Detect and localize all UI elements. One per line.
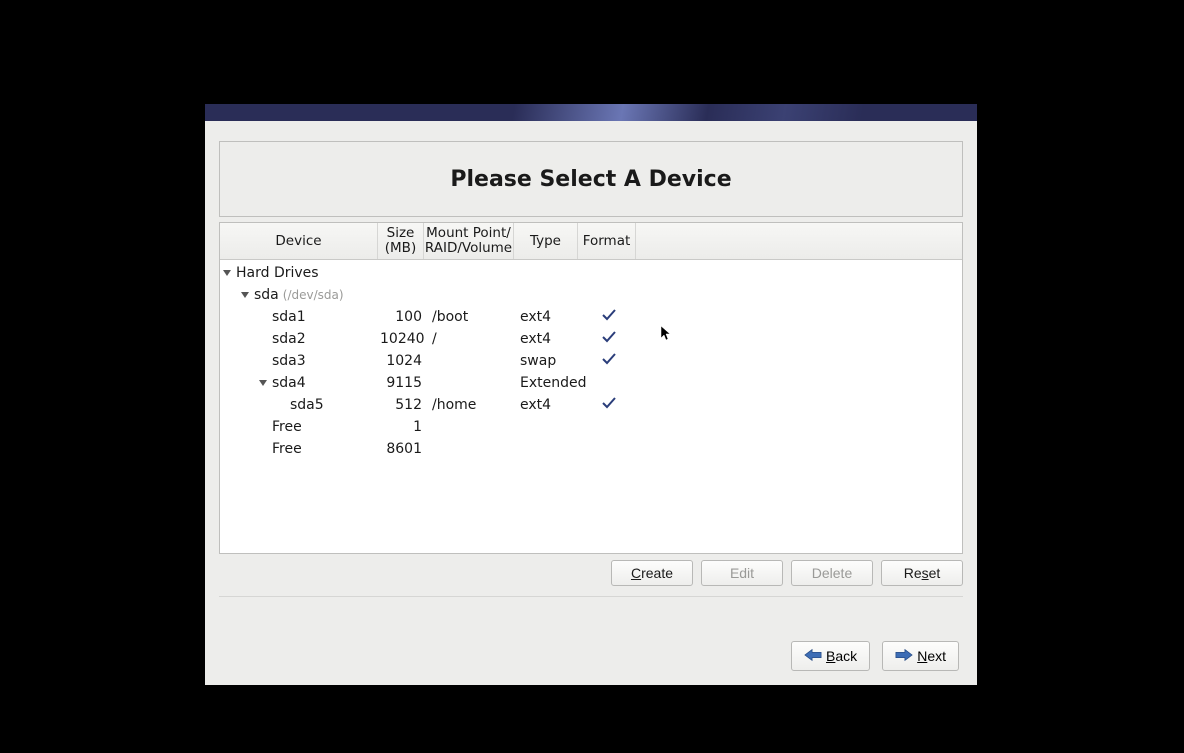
check-icon xyxy=(601,396,617,414)
tree-label: Hard Drives xyxy=(236,265,319,281)
col-header-size[interactable]: Size (MB) xyxy=(378,223,424,259)
disk-name: sda xyxy=(254,287,279,303)
type-cell: ext4 xyxy=(516,331,580,347)
divider xyxy=(219,596,963,597)
nav-button-row: Back Next xyxy=(219,641,963,671)
table-row[interactable]: sda5 512/homeext4 xyxy=(220,394,962,416)
mount-cell: /boot xyxy=(426,309,516,325)
back-button[interactable]: Back xyxy=(791,641,870,671)
tree-row-hard-drives[interactable]: Hard Drives xyxy=(220,262,962,284)
format-cell xyxy=(580,352,638,370)
table-body: Hard Drives sda (/dev/sda) sda1100/boote… xyxy=(220,260,962,553)
table-row[interactable]: Free 8601 xyxy=(220,438,962,460)
type-cell: swap xyxy=(516,353,580,369)
installer-window: Please Select A Device Device Size (MB) … xyxy=(205,104,977,685)
device-name: Free xyxy=(272,441,302,457)
device-name: Free xyxy=(272,419,302,435)
expander-icon[interactable] xyxy=(258,375,268,391)
tree-row-disk[interactable]: sda (/dev/sda) xyxy=(220,284,962,306)
disk-path: (/dev/sda) xyxy=(283,288,344,302)
table-header: Device Size (MB) Mount Point/ RAID/Volum… xyxy=(220,223,962,260)
type-cell: ext4 xyxy=(516,309,580,325)
page-title: Please Select A Device xyxy=(450,167,731,192)
table-row[interactable]: Free 1 xyxy=(220,416,962,438)
size-cell: 1024 xyxy=(380,353,426,369)
check-icon xyxy=(601,308,617,326)
header-banner xyxy=(205,104,977,121)
create-button[interactable]: Create xyxy=(611,560,693,586)
check-icon xyxy=(601,352,617,370)
format-cell xyxy=(580,308,638,326)
title-panel: Please Select A Device xyxy=(219,141,963,217)
reset-button[interactable]: Reset xyxy=(881,560,963,586)
size-cell: 9115 xyxy=(380,375,426,391)
device-name: sda5 xyxy=(290,397,324,413)
edit-button[interactable]: Edit xyxy=(701,560,783,586)
col-header-format[interactable]: Format xyxy=(578,223,636,259)
expander-icon[interactable] xyxy=(240,287,250,303)
size-cell: 100 xyxy=(380,309,426,325)
table-row[interactable]: sda3 1024 swap xyxy=(220,350,962,372)
arrow-right-icon xyxy=(895,648,913,665)
device-name: sda4 xyxy=(272,375,306,391)
type-cell: ext4 xyxy=(516,397,580,413)
expander-icon[interactable] xyxy=(222,265,232,281)
arrow-left-icon xyxy=(804,648,822,665)
device-name: sda2 xyxy=(272,331,306,347)
col-header-spacer xyxy=(636,223,962,259)
device-name: sda3 xyxy=(272,353,306,369)
col-header-device[interactable]: Device xyxy=(220,223,378,259)
size-cell: 512 xyxy=(380,397,426,413)
check-icon xyxy=(601,330,617,348)
next-button[interactable]: Next xyxy=(882,641,959,671)
size-cell: 8601 xyxy=(380,441,426,457)
table-row[interactable]: sda1 100/bootext4 xyxy=(220,306,962,328)
mount-cell: / xyxy=(426,331,516,347)
content-area: Please Select A Device Device Size (MB) … xyxy=(205,121,977,685)
format-cell xyxy=(580,396,638,414)
partition-table: Device Size (MB) Mount Point/ RAID/Volum… xyxy=(219,222,963,554)
type-cell: Extended xyxy=(516,375,580,391)
mount-cell: /home xyxy=(426,397,516,413)
size-cell: 1 xyxy=(380,419,426,435)
col-header-type[interactable]: Type xyxy=(514,223,578,259)
action-button-row: Create Edit Delete Reset xyxy=(219,560,963,586)
size-cell: 10240 xyxy=(380,331,426,347)
format-cell xyxy=(580,330,638,348)
table-row[interactable]: sda2 10240/ext4 xyxy=(220,328,962,350)
col-header-mount[interactable]: Mount Point/ RAID/Volume xyxy=(424,223,514,259)
table-row[interactable]: sda4 9115 Extended xyxy=(220,372,962,394)
delete-button[interactable]: Delete xyxy=(791,560,873,586)
device-name: sda1 xyxy=(272,309,306,325)
